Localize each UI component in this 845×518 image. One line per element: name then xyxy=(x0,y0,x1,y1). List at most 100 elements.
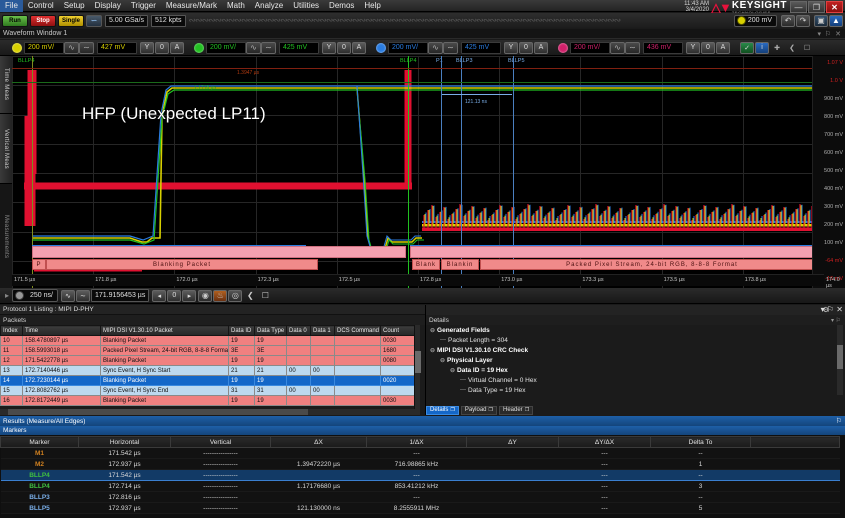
memory-depth-field[interactable]: 512 kpts xyxy=(151,15,185,27)
tab-pin-icon[interactable]: ❐ xyxy=(489,407,493,413)
trigger-level-pill[interactable]: 200 mV xyxy=(734,15,777,27)
proto-label-blank[interactable]: Blank xyxy=(412,259,440,270)
marker-row[interactable]: M1171.542 µs------------------------ xyxy=(1,448,840,459)
autoscale-icon[interactable]: ∽ xyxy=(86,15,102,27)
protocol-row[interactable]: 12171.5422778 µsBlanking Packet19190080 xyxy=(1,356,415,366)
sample-rate-field[interactable]: 5.00 GSa/s xyxy=(105,15,148,27)
channel-led-c2[interactable] xyxy=(194,43,204,53)
move-icon[interactable]: ✚ xyxy=(770,42,784,54)
analyze-icon[interactable]: ▲ xyxy=(829,15,843,27)
protocol-hscrollbar[interactable] xyxy=(0,409,420,415)
menu-item-setup[interactable]: Setup xyxy=(59,0,90,12)
bandwidth-icon-c3[interactable]: ∼ xyxy=(443,42,458,54)
horizontal-scale-pill[interactable]: 250 ns/ xyxy=(12,289,58,302)
channel-scale-c1[interactable]: 200 mV/ xyxy=(24,42,64,54)
proto-label-packed-pixel-stream[interactable]: Packed Pixel Stream, 24-bit RGB, 8-8-8 F… xyxy=(480,259,824,270)
close-icon[interactable]: ▾ ⚐ ✕ xyxy=(821,305,843,314)
proto-label-blankin[interactable]: Blankin xyxy=(441,259,479,270)
protocol-row[interactable]: 16172.8172449 µsBlanking Packet19190030 xyxy=(1,396,415,406)
details-node[interactable]: ―Virtual Channel = 0 Hex xyxy=(426,375,838,385)
channel-scale-c3[interactable]: 200 mV/ xyxy=(388,42,428,54)
expand-icon[interactable]: ▸ xyxy=(2,291,12,300)
menu-item-math[interactable]: Math xyxy=(222,0,250,12)
zero-icon-c3[interactable]: 0 xyxy=(519,42,533,54)
channel-offset-c4[interactable]: 436 mV xyxy=(643,42,683,54)
marker-col-1--x[interactable]: 1/ΔX xyxy=(367,437,467,448)
auto-icon-c4[interactable]: A xyxy=(716,42,730,54)
collapse-icon[interactable]: ⊖ xyxy=(430,347,435,354)
side-tab-measurements[interactable]: Measurements xyxy=(0,184,12,290)
coupling-icon-c1[interactable]: ∿ xyxy=(64,42,79,54)
protocol-row[interactable]: 14172.7230144 µsBlanking Packet19190020 xyxy=(1,376,415,386)
dock-icon[interactable]: ☐ xyxy=(258,290,272,302)
channel-offset-c1[interactable]: 427 mV xyxy=(97,42,137,54)
details-node[interactable]: ―Data Type = 19 Hex xyxy=(426,385,838,395)
side-tab-time-meas[interactable]: Time Meas xyxy=(0,56,12,114)
zero-icon[interactable]: 0 xyxy=(167,290,181,302)
side-tab-vertical-meas[interactable]: Vertical Meas xyxy=(0,114,12,184)
marker-col--y--x[interactable]: ΔY/ΔX xyxy=(559,437,651,448)
menu-item-trigger[interactable]: Trigger xyxy=(126,0,161,12)
proto-label-blanking-packet[interactable]: Blanking Packet xyxy=(46,259,318,270)
channel-offset-c2[interactable]: 425 mV xyxy=(279,42,319,54)
marker-row[interactable]: BLLP4171.542 µs------------------------ xyxy=(1,470,840,481)
info-icon[interactable]: i xyxy=(755,42,769,54)
menu-item-analyze[interactable]: Analyze xyxy=(250,0,288,12)
details-node[interactable]: ―Packet Length = 304 xyxy=(426,335,838,345)
protocol-row[interactable]: 13172.7140446 µsSync Event, H Sync Start… xyxy=(1,366,415,376)
details-tab-payload[interactable]: Payload ❐ xyxy=(461,406,497,415)
markers-table-body[interactable]: M1171.542 µs------------------------M217… xyxy=(1,448,840,514)
protocol-row[interactable]: 11158.5993018 µsPacked Pixel Stream, 24-… xyxy=(1,346,415,356)
invert-icon-c4[interactable]: Y xyxy=(686,42,700,54)
collapse-icon[interactable]: ⊖ xyxy=(440,357,445,364)
auto-icon-c1[interactable]: A xyxy=(170,42,184,54)
protocol-vscrollbar[interactable] xyxy=(414,325,420,410)
channel-led-c3[interactable] xyxy=(376,43,386,53)
protocol-col-data-1[interactable]: Data 1 xyxy=(311,326,335,336)
menu-item-utilities[interactable]: Utilities xyxy=(288,0,324,12)
details-node[interactable]: ⊖Generated Fields xyxy=(426,325,838,335)
menu-item-help[interactable]: Help xyxy=(359,0,385,12)
bandwidth-icon-c2[interactable]: ∼ xyxy=(261,42,276,54)
coupling-icon-c4[interactable]: ∿ xyxy=(610,42,625,54)
proto-label-p[interactable]: P xyxy=(32,259,46,270)
protocol-col-dcs-command[interactable]: DCS Command xyxy=(335,326,381,336)
back-icon[interactable]: ❮ xyxy=(243,290,257,302)
waveform-graph[interactable]: HFP (Unexpected LP11) 1.3947 µs 1.1718 µ… xyxy=(12,56,824,290)
marker-line-bllp4[interactable] xyxy=(408,56,409,290)
results-pin-icon[interactable]: ⚐ xyxy=(836,417,842,425)
protocol-col-time[interactable]: Time xyxy=(23,326,101,336)
minimize-button[interactable]: — xyxy=(790,1,807,13)
protocol-col-count[interactable]: Count xyxy=(381,326,415,336)
marker-col-vertical[interactable]: Vertical xyxy=(171,437,271,448)
coupling-icon-c2[interactable]: ∿ xyxy=(246,42,261,54)
menu-item-display[interactable]: Display xyxy=(90,0,126,12)
collapse-icon[interactable]: ⊖ xyxy=(450,367,455,374)
marker-col-horizontal[interactable]: Horizontal xyxy=(79,437,171,448)
bandwidth-icon-c1[interactable]: ∼ xyxy=(79,42,94,54)
menu-item-measure-mark[interactable]: Measure/Mark xyxy=(161,0,222,12)
coupling-icon-c3[interactable]: ∿ xyxy=(428,42,443,54)
marker-col-marker[interactable]: Marker xyxy=(1,437,79,448)
protocol-col-data-0[interactable]: Data 0 xyxy=(287,326,311,336)
menu-item-control[interactable]: Control xyxy=(23,0,59,12)
channel-scale-c4[interactable]: 200 mV/ xyxy=(570,42,610,54)
protocol-col-mipi-dsi-v1-30-10-packet[interactable]: MIPI DSI V1.30.10 Packet xyxy=(101,326,229,336)
details-tab-details[interactable]: Details ❐ xyxy=(426,406,459,415)
marker-col--x[interactable]: ΔX xyxy=(271,437,367,448)
roll-icon[interactable]: ♨ xyxy=(213,290,227,302)
invert-icon-c3[interactable]: Y xyxy=(504,42,518,54)
bandwidth-icon-c4[interactable]: ∼ xyxy=(625,42,640,54)
dock-panel-icon[interactable]: ☐ xyxy=(800,42,814,54)
run-button[interactable]: Run xyxy=(2,15,28,27)
single-button[interactable]: Single xyxy=(58,15,84,27)
zero-icon-c4[interactable]: 0 xyxy=(701,42,715,54)
next-icon[interactable]: ▸ xyxy=(182,290,196,302)
collapse-icon[interactable]: ⊖ xyxy=(430,327,435,334)
details-tab-header[interactable]: Header ❐ xyxy=(499,406,533,415)
details-node[interactable]: ⊖Physical Layer xyxy=(426,355,838,365)
auto-icon-c3[interactable]: A xyxy=(534,42,548,54)
details-node[interactable]: ⊖Data ID = 19 Hex xyxy=(426,365,838,375)
zoom-in-icon[interactable]: ∼ xyxy=(76,290,90,302)
channel-led-c1[interactable] xyxy=(12,43,22,53)
